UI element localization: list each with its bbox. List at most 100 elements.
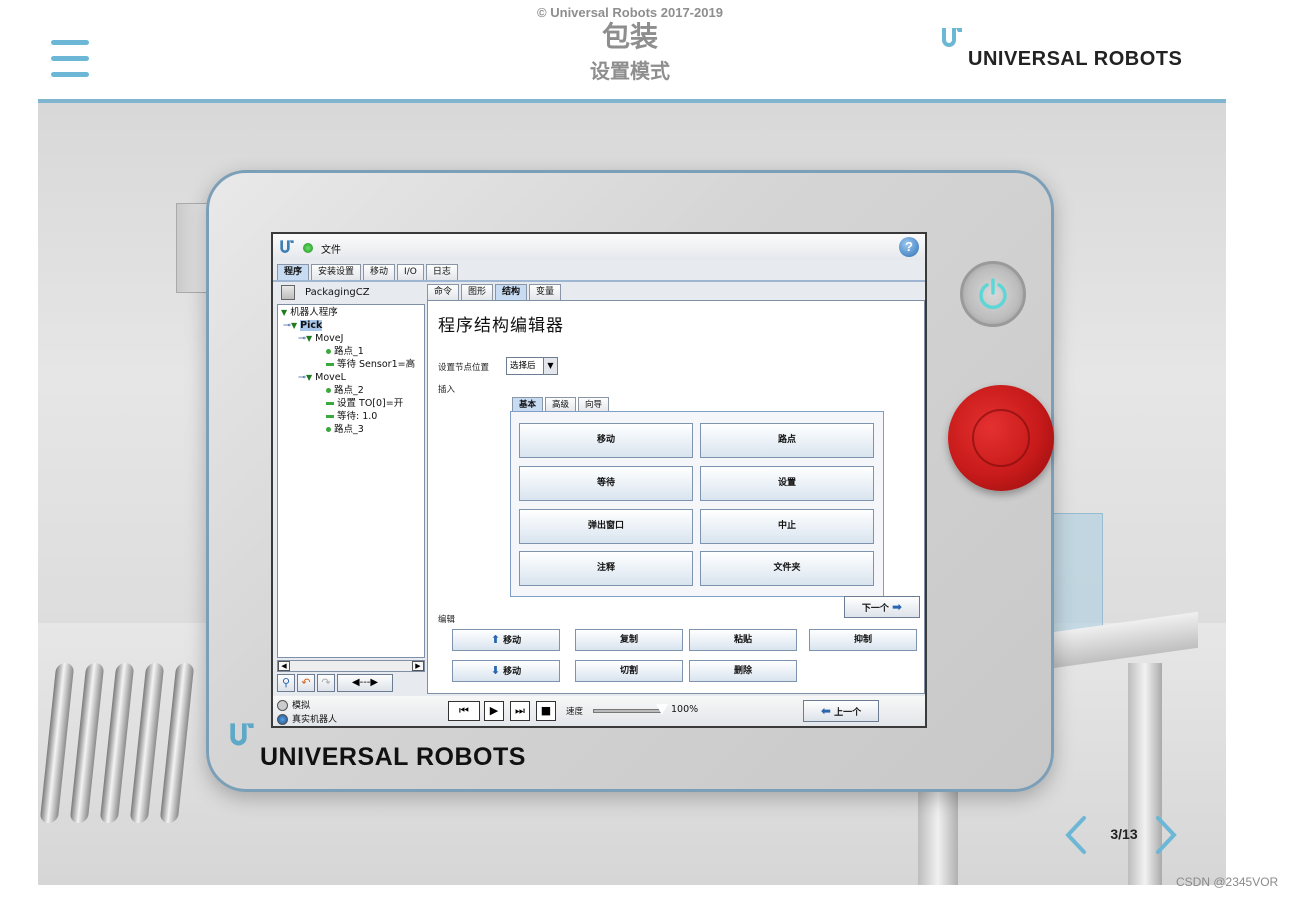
tree-node-movej[interactable]: ⊸▼ MoveJ (298, 333, 343, 345)
real-robot-radio[interactable]: 真实机器人 (277, 712, 337, 725)
tab-move[interactable]: 移动 (363, 264, 396, 280)
delete-button[interactable]: 删除 (689, 660, 797, 682)
tree-connector-icon: ⊸ (298, 333, 306, 344)
ur-logo-icon (280, 240, 294, 253)
prev-slide-icon[interactable] (1064, 815, 1088, 855)
waypoint-icon (326, 427, 331, 432)
tree-node-label: 设置 TO[0]=开 (337, 398, 404, 409)
page-subtitle: 设置模式 (590, 59, 670, 83)
tree-node-set-to[interactable]: 设置 TO[0]=开 (326, 398, 403, 410)
waypoint-icon (326, 349, 331, 354)
tab-variables[interactable]: 变量 (529, 284, 562, 300)
play-icon[interactable]: ▶ (484, 701, 504, 721)
tab-installation[interactable]: 安装设置 (311, 264, 362, 280)
tab-basic[interactable]: 基本 (512, 397, 544, 412)
tab-program[interactable]: 程序 (277, 264, 310, 280)
node-position-select[interactable]: 选择后 ▼ (506, 357, 558, 375)
emergency-stop-button[interactable] (948, 385, 1054, 491)
insert-set-button[interactable]: 设置 (700, 466, 874, 501)
suppress-button[interactable]: 抑制 (809, 629, 917, 651)
tree-node-pick[interactable]: ⊸▼ Pick (283, 320, 323, 332)
tab-log[interactable]: 日志 (425, 264, 458, 280)
bottom-bar: 模拟 真实机器人 ⏮ ▶ ⏭ ■ 速度 100% ⬅ 上一个 (273, 696, 925, 726)
move-up-label: 移动 (503, 636, 522, 646)
tab-structure[interactable]: 结构 (495, 284, 528, 300)
pendant-brand: UNIVERSAL ROBOTS (260, 743, 526, 771)
cut-button[interactable]: 切割 (575, 660, 683, 682)
paste-button[interactable]: 粘贴 (689, 629, 797, 651)
tree-node-label: 路点_3 (334, 424, 364, 435)
next-slide-icon[interactable] (1154, 815, 1178, 855)
page: © Universal Robots 2017-2019 包装 设置模式 UNI… (0, 0, 1296, 897)
scroll-left-icon[interactable]: ◀ (278, 661, 290, 671)
main-tabs: 程序 安装设置 移动 I/O 日志 (277, 264, 460, 280)
insert-folder-button[interactable]: 文件夹 (700, 551, 874, 586)
chevron-down-icon: ▼ (543, 358, 557, 374)
tab-io[interactable]: I/O (397, 264, 424, 280)
power-button[interactable] (960, 261, 1026, 327)
insert-move-button[interactable]: 移动 (519, 423, 693, 458)
tree-node-wait-sensor[interactable]: 等待 Sensor1=高 (326, 359, 415, 371)
redo-icon[interactable]: ↷ (317, 674, 335, 692)
watermark: CSDN @2345VOR (1176, 875, 1279, 889)
collapse-triangle-icon: ▼ (305, 334, 313, 343)
waypoint-icon (326, 388, 331, 393)
rewind-icon[interactable]: ⏮ (448, 701, 480, 721)
tree-node-waypoint-2[interactable]: 路点_2 (326, 385, 364, 397)
tree-node-waypoint-1[interactable]: 路点_1 (326, 346, 364, 358)
previous-button[interactable]: ⬅ 上一个 (803, 700, 879, 722)
tab-wizard[interactable]: 向导 (578, 397, 610, 412)
arrow-down-icon: ⬇ (490, 664, 501, 677)
editor-pane: 命令 图形 结构 变量 程序结构编辑器 设置节点位置 选择后 ▼ 插入 基本 高… (427, 282, 925, 696)
node-position-label: 设置节点位置 (438, 363, 490, 373)
collapse-triangle-icon: ▼ (290, 321, 298, 330)
insert-popup-button[interactable]: 弹出窗口 (519, 509, 693, 544)
insert-waypoint-button[interactable]: 路点 (700, 423, 874, 458)
tab-command[interactable]: 命令 (427, 284, 460, 300)
tree-horizontal-scrollbar[interactable]: ◀ ▶ (277, 660, 425, 672)
step-icon[interactable]: ⏭ (510, 701, 530, 721)
tree-node-root[interactable]: ▼ 机器人程序 (281, 307, 338, 319)
save-icon[interactable] (281, 285, 295, 300)
speed-slider[interactable] (593, 704, 668, 715)
next-label: 下一个 (861, 604, 889, 614)
tab-advanced[interactable]: 高级 (545, 397, 577, 412)
estop-ring (972, 409, 1030, 467)
stop-icon[interactable]: ■ (536, 701, 556, 721)
search-icon[interactable]: ⚲ (277, 674, 295, 692)
page-title: 包装 (601, 20, 658, 53)
help-icon[interactable]: ? (899, 237, 919, 257)
program-tree: ▼ 机器人程序 ⊸▼ Pick ⊸▼ MoveJ 路点_1 等待 Sensor1… (277, 304, 425, 658)
move-down-label: 移动 (503, 667, 522, 677)
copy-button[interactable]: 复制 (575, 629, 683, 651)
insert-halt-button[interactable]: 中止 (700, 509, 874, 544)
speed-value: 100% (671, 704, 699, 715)
tree-node-waypoint-3[interactable]: 路点_3 (326, 424, 364, 436)
tree-node-label: 等待 Sensor1=高 (337, 359, 416, 370)
insert-button-panel: 移动 路点 等待 设置 弹出窗口 中止 注释 文件夹 (510, 411, 884, 597)
tree-node-wait-time[interactable]: 等待: 1.0 (326, 411, 377, 423)
screen-topbar: 文件 ? (273, 234, 925, 260)
simulation-radio[interactable]: 模拟 (277, 698, 310, 711)
speed-slider-knob[interactable] (656, 704, 668, 715)
sub-tabs: 命令 图形 结构 变量 (427, 284, 563, 300)
edit-label: 编辑 (438, 615, 456, 625)
move-down-button[interactable]: ⬇ 移动 (452, 660, 560, 682)
tree-node-label: Pick (300, 320, 323, 331)
insert-comment-button[interactable]: 注释 (519, 551, 693, 586)
panel-title: 程序结构编辑器 (438, 316, 564, 336)
file-menu[interactable]: 文件 (321, 241, 341, 256)
expand-collapse-icon[interactable]: ◀---▶ (337, 674, 393, 692)
next-button[interactable]: 下一个 ➡ (844, 596, 920, 618)
arrow-right-icon: ➡ (892, 600, 903, 614)
tree-toolbar: ⚲ ↶ ↷ ◀---▶ (277, 674, 393, 694)
scene-background: UNIVERSAL ROBOTS 文件 ? 程序 安装设置 移动 I/O 日志 (38, 103, 1226, 885)
scroll-right-icon[interactable]: ▶ (412, 661, 424, 671)
insert-wait-button[interactable]: 等待 (519, 466, 693, 501)
structure-editor-panel: 程序结构编辑器 设置节点位置 选择后 ▼ 插入 基本 高级 向导 移动 路点 等… (427, 300, 925, 694)
tab-graphics[interactable]: 图形 (461, 284, 494, 300)
undo-icon[interactable]: ↶ (297, 674, 315, 692)
hamburger-menu-icon[interactable] (51, 40, 89, 80)
move-up-button[interactable]: ⬆ 移动 (452, 629, 560, 651)
tree-node-movel[interactable]: ⊸▼ MoveL (298, 372, 346, 384)
